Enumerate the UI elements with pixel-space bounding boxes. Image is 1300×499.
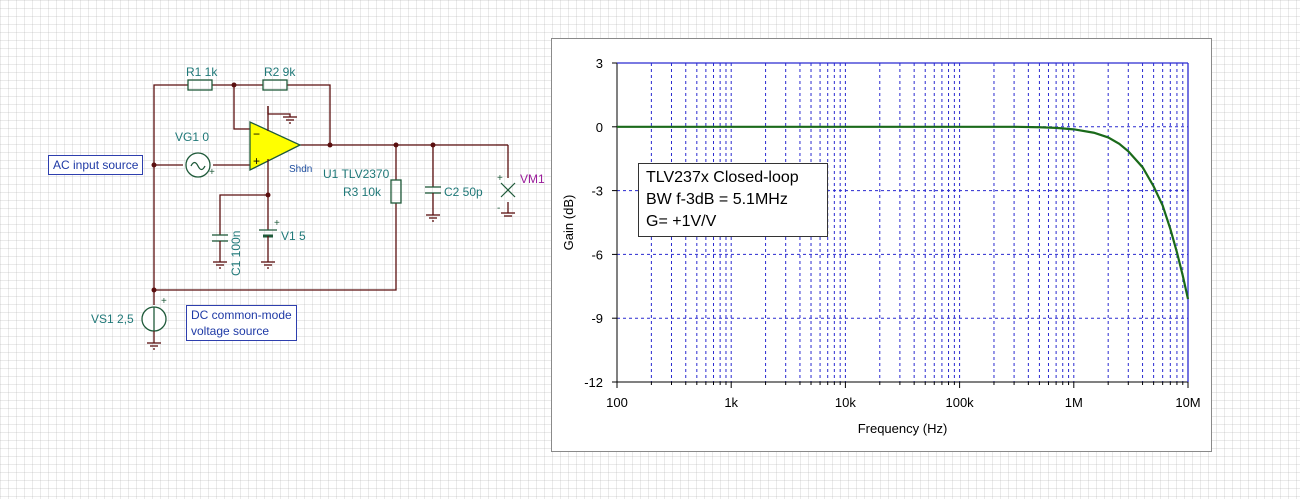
- ac-input-source-textbox[interactable]: AC input source: [48, 155, 144, 175]
- svg-text:+: +: [161, 296, 167, 307]
- svg-text:+: +: [253, 154, 260, 168]
- x-tick-label: 100k: [945, 395, 974, 410]
- vg1-label: VG1 0: [175, 130, 209, 144]
- shdn-label: Shdn: [289, 164, 312, 175]
- junction-dots: [151, 82, 436, 293]
- svg-text:-: -: [497, 203, 500, 214]
- r3-label: R3 10k: [343, 185, 382, 199]
- svg-text:+: +: [209, 167, 215, 178]
- chart-annotation-box: TLV237x Closed-loop BW f-3dB = 5.1MHz G=…: [638, 163, 828, 237]
- schematic-diagram: + − + + - + + R1 1k R2 9k VG1 0 U1 TLV23…: [91, 65, 545, 350]
- svg-text:+: +: [497, 173, 503, 184]
- v1-label: V1 5: [281, 229, 306, 243]
- x-tick-label: 100: [606, 395, 628, 410]
- y-tick-label: 0: [596, 120, 603, 135]
- y-tick-label: -3: [591, 184, 603, 199]
- r2-resistor[interactable]: [262, 79, 288, 91]
- r1-resistor[interactable]: [187, 79, 213, 91]
- c1-label: C1 100n: [229, 231, 243, 276]
- annotation-line-3: G= +1V/V: [646, 213, 717, 230]
- x-tick-label: 10k: [835, 395, 856, 410]
- u1-opamp-symbol[interactable]: − +: [249, 106, 302, 172]
- v1-battery[interactable]: +: [259, 218, 280, 269]
- y-tick-label: -12: [584, 375, 603, 390]
- c2-label: C2 50p: [444, 185, 483, 199]
- u1-label: U1 TLV2370: [323, 167, 390, 181]
- y-tick-label: -9: [591, 311, 603, 326]
- gain-vs-frequency-chart: 100 1k 10k 100k 1M 10M 3 0 -3 -6 -9 -12 Frequency (…: [561, 56, 1201, 436]
- x-tick-label: 1M: [1065, 395, 1083, 410]
- c1-capacitor[interactable]: [212, 234, 228, 269]
- r2-label: R2 9k: [264, 65, 296, 79]
- svg-text:+: +: [274, 218, 280, 229]
- annotation-line-1: TLV237x Closed-loop: [646, 169, 799, 186]
- y-axis-label: Gain (dB): [561, 195, 576, 251]
- y-tick-label: 3: [596, 56, 603, 71]
- vg1-ac-source[interactable]: +: [185, 152, 215, 178]
- ac-input-source-text: AC input source: [53, 158, 139, 172]
- bode-plot-panel[interactable]: 100 1k 10k 100k 1M 10M 3 0 -3 -6 -9 -12 Frequency (…: [551, 38, 1212, 452]
- dc-common-mode-text-line1: DC common-mode: [191, 308, 292, 322]
- r3-resistor[interactable]: [390, 179, 402, 204]
- x-axis-label: Frequency (Hz): [858, 421, 948, 436]
- svg-text:−: −: [253, 127, 260, 141]
- dc-common-mode-text-line2: voltage source: [191, 324, 270, 338]
- vs1-label: VS1 2,5: [91, 312, 134, 326]
- r1-label: R1 1k: [186, 65, 218, 79]
- c2-capacitor[interactable]: [425, 186, 441, 222]
- vm1-voltmeter[interactable]: + -: [497, 148, 516, 217]
- x-tick-label: 10M: [1175, 395, 1200, 410]
- x-tick-label: 1k: [724, 395, 738, 410]
- vm1-label: VM1: [520, 172, 545, 186]
- annotation-line-2: BW f-3dB = 5.1MHz: [646, 191, 788, 208]
- ground-icon: [283, 116, 297, 124]
- y-tick-label: -6: [591, 247, 603, 262]
- dc-common-mode-textbox[interactable]: DC common-mode voltage source: [186, 305, 297, 341]
